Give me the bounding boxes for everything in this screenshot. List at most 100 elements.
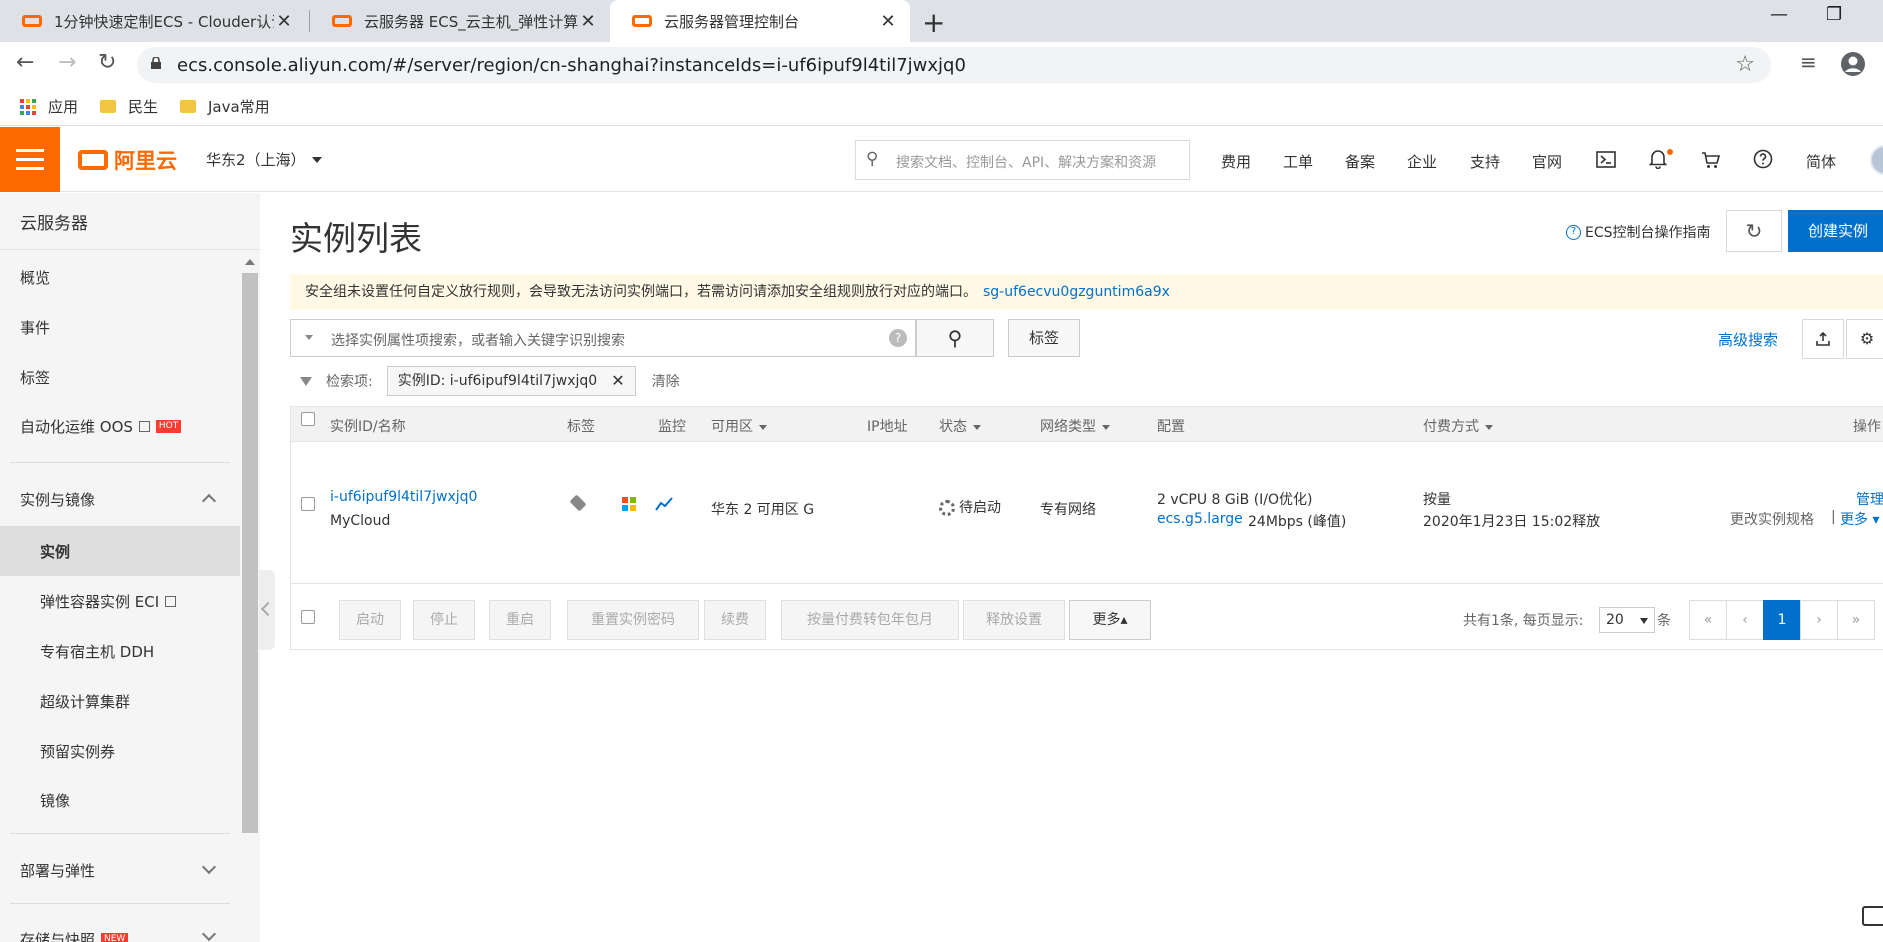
scroll-up-icon[interactable]: [245, 259, 255, 265]
clear-filters-link[interactable]: 清除: [652, 371, 680, 391]
sidebar-scrollbar[interactable]: [242, 273, 258, 833]
terminal-icon[interactable]: [1596, 151, 1616, 168]
sidebar-collapse-handle[interactable]: [259, 570, 275, 650]
release-settings-button[interactable]: 释放设置: [963, 600, 1065, 640]
new-badge: NEW: [101, 933, 129, 942]
search-button[interactable]: ⚲: [916, 319, 994, 357]
settings-button[interactable]: ⚙: [1846, 319, 1883, 359]
bell-icon[interactable]: [1649, 149, 1667, 169]
menu-hamburger-icon[interactable]: [0, 127, 60, 192]
media-icon[interactable]: ≡: [1800, 50, 1817, 74]
advanced-search-link[interactable]: 高级搜索: [1718, 329, 1778, 350]
close-icon[interactable]: ✕: [274, 11, 294, 32]
region-selector[interactable]: 华东2（上海）: [206, 149, 306, 170]
more-button[interactable]: 更多▴: [1069, 600, 1151, 640]
close-icon[interactable]: ✕: [878, 11, 898, 32]
export-icon: [1816, 331, 1830, 346]
nav-fees[interactable]: 费用: [1221, 151, 1251, 172]
more-actions-link[interactable]: 更多 ▾: [1840, 509, 1879, 529]
instance-id-link[interactable]: i-uf6ipuf9l4til7jwxjq0: [330, 489, 477, 505]
nav-tickets[interactable]: 工单: [1283, 151, 1313, 172]
caret-down-icon[interactable]: [312, 157, 322, 163]
sidebar-group-storage[interactable]: 存储与快照 NEW: [20, 929, 129, 942]
refresh-button[interactable]: ↻: [1726, 210, 1782, 252]
renew-button[interactable]: 续费: [704, 600, 766, 640]
restart-button[interactable]: 重启: [489, 600, 551, 640]
page-1-button[interactable]: 1: [1763, 600, 1801, 640]
sidebar-item-images[interactable]: 镜像: [40, 790, 70, 811]
bookmark-apps[interactable]: 应用: [20, 96, 78, 117]
nav-official-site[interactable]: 官网: [1532, 151, 1562, 172]
first-page-button[interactable]: «: [1689, 600, 1727, 640]
footer-select-all-checkbox[interactable]: [301, 610, 315, 624]
help-icon[interactable]: ?: [889, 329, 907, 347]
nav-support[interactable]: 支持: [1470, 151, 1500, 172]
chevron-down-icon[interactable]: [201, 926, 217, 942]
column-header-zone[interactable]: 可用区: [711, 416, 767, 436]
tag-filter-button[interactable]: 标签: [1008, 319, 1080, 357]
sidebar-group-instances[interactable]: 实例与镜像: [20, 489, 95, 510]
filter-chip[interactable]: 实例ID: i-uf6ipuf9l4til7jwxjq0 ✕: [386, 366, 636, 396]
cart-icon[interactable]: [1701, 151, 1721, 169]
chevron-down-icon[interactable]: [201, 859, 217, 875]
select-all-checkbox[interactable]: [301, 412, 315, 426]
instance-type-link[interactable]: ecs.g5.large: [1157, 511, 1243, 527]
sidebar-item-oos[interactable]: 自动化运维 OOS HOT: [20, 416, 182, 437]
security-group-link[interactable]: sg-uf6ecvu0gzguntim6a9x: [983, 284, 1170, 300]
console-search-input[interactable]: ⚲ 搜索文档、控制台、API、解决方案和资源: [855, 140, 1190, 180]
column-header-billing[interactable]: 付费方式: [1423, 416, 1493, 436]
restore-icon[interactable]: ❐: [1826, 4, 1842, 25]
close-icon[interactable]: ✕: [611, 367, 624, 395]
browser-tab-1[interactable]: 1分钟快速定制ECS - Clouder认证 ✕: [0, 0, 306, 42]
address-bar[interactable]: ecs.console.aliyun.com/#/server/region/c…: [137, 47, 1771, 83]
column-header-network[interactable]: 网络类型: [1040, 416, 1110, 436]
bookmark-folder-java[interactable]: Java常用: [180, 96, 270, 117]
browser-tab-2[interactable]: 云服务器 ECS_云主机_弹性计算_ ✕: [310, 0, 610, 42]
export-button[interactable]: [1802, 319, 1844, 359]
row-checkbox[interactable]: [301, 497, 315, 511]
page-size-select[interactable]: 20: [1599, 607, 1655, 633]
sidebar-item-instances[interactable]: 实例: [40, 541, 70, 562]
forward-icon[interactable]: →: [58, 50, 76, 75]
caret-down-icon[interactable]: [305, 335, 313, 340]
start-button[interactable]: 启动: [339, 600, 401, 640]
aliyun-logo[interactable]: 阿里云: [78, 145, 177, 175]
sidebar-item-eci[interactable]: 弹性容器实例 ECI: [40, 591, 177, 612]
chevron-up-icon[interactable]: [201, 493, 217, 509]
sidebar-item-tags[interactable]: 标签: [20, 367, 50, 388]
sidebar-item-ddh[interactable]: 专有宿主机 DDH: [40, 641, 154, 662]
prev-page-button[interactable]: ‹: [1726, 600, 1764, 640]
sidebar-item-events[interactable]: 事件: [20, 317, 50, 338]
switch-to-subscription-button[interactable]: 按量付费转包年包月: [781, 600, 959, 640]
column-header-status[interactable]: 状态: [939, 416, 981, 436]
nav-icp[interactable]: 备案: [1345, 151, 1375, 172]
bookmark-folder-minsheng[interactable]: 民生: [100, 96, 158, 117]
change-spec-link[interactable]: 更改实例规格: [1730, 509, 1814, 529]
monitor-chart-icon[interactable]: [655, 497, 673, 511]
bookmark-star-icon[interactable]: ☆: [1735, 52, 1755, 77]
sidebar-item-scc[interactable]: 超级计算集群: [40, 691, 130, 712]
reload-icon[interactable]: ↻: [98, 50, 116, 75]
language-switch[interactable]: 简体: [1806, 151, 1836, 172]
back-icon[interactable]: ←: [16, 50, 34, 75]
last-page-button[interactable]: »: [1837, 600, 1875, 640]
browser-tab-3-active[interactable]: 云服务器管理控制台 ✕: [610, 0, 910, 42]
next-page-button[interactable]: ›: [1800, 600, 1838, 640]
sidebar-item-overview[interactable]: 概览: [20, 267, 50, 288]
manage-link[interactable]: 管理: [1856, 489, 1883, 509]
new-tab-icon[interactable]: +: [922, 6, 945, 39]
chat-icon[interactable]: [1862, 906, 1883, 926]
sidebar-group-deploy[interactable]: 部署与弹性: [20, 860, 95, 881]
nav-enterprise[interactable]: 企业: [1407, 151, 1437, 172]
ecs-guide-link[interactable]: ? ECS控制台操作指南: [1566, 222, 1711, 242]
stop-button[interactable]: 停止: [413, 600, 475, 640]
minimize-icon[interactable]: —: [1770, 4, 1788, 25]
reset-password-button[interactable]: 重置实例密码: [567, 600, 699, 640]
help-icon[interactable]: [1753, 149, 1773, 169]
profile-icon[interactable]: [1840, 51, 1866, 77]
create-instance-button[interactable]: 创建实例: [1788, 210, 1883, 252]
close-icon[interactable]: ✕: [578, 11, 598, 32]
instance-search-input[interactable]: 选择实例属性项搜索，或者输入关键字识别搜索 ?: [290, 319, 916, 357]
tag-icon[interactable]: [569, 494, 587, 512]
sidebar-item-reserved[interactable]: 预留实例券: [40, 741, 115, 762]
